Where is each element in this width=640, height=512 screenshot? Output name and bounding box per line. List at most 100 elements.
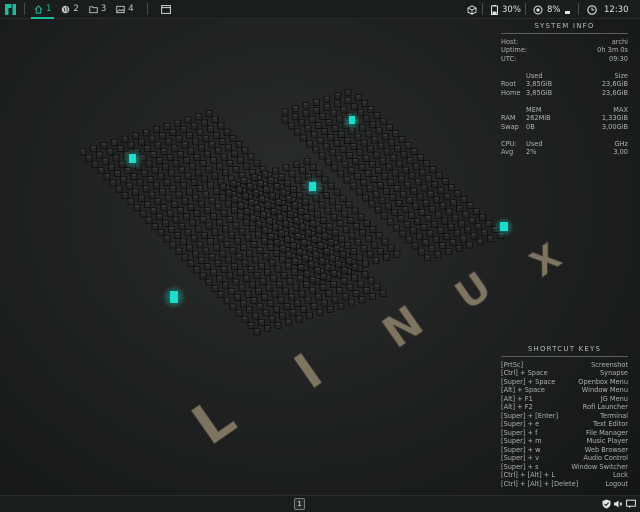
ram-max: 1,33GiB (601, 114, 628, 122)
top-panel: 1 2 3 4 30% 8% 12:30 (0, 0, 640, 19)
workspace-2-label: 2 (73, 4, 79, 14)
clock[interactable]: 12:30 (587, 0, 629, 19)
swap-max: 3,00GiB (601, 122, 628, 131)
cpu-icon (533, 5, 543, 14)
shortcut-row: [Super] + s Window Switcher (501, 463, 628, 472)
shortcut-row: [Super] + e Text Editor (501, 420, 628, 429)
letter-n: N (373, 296, 432, 359)
workspace-2-button[interactable]: 2 (56, 0, 83, 19)
disk-home-name: Home (501, 88, 521, 97)
window-icon (160, 4, 171, 14)
shortcut-row: [Super] + [Enter] Terminal (501, 412, 628, 421)
shortcut-key: [Super] + v (501, 454, 540, 462)
shortcut-key: [Ctrl] + Space (501, 369, 548, 377)
globe-icon (62, 5, 70, 13)
desktop-pager-button[interactable]: 1 (294, 498, 305, 510)
chat-icon (626, 499, 636, 509)
cpu-indicator[interactable]: 8% (533, 0, 570, 19)
utc-label: UTC: (501, 54, 517, 63)
shortcut-action: Window Switcher (571, 462, 628, 471)
manjaro-menu-button[interactable] (0, 0, 20, 19)
volume-muted-icon (614, 500, 623, 508)
shield-check-icon (602, 499, 610, 509)
clock-icon (587, 4, 597, 15)
shortcut-action: Audio Control (583, 454, 628, 462)
shortcut-row: [Alt] + F2 Rofi Launcher (501, 403, 628, 412)
workspace-3-button[interactable]: 3 (84, 0, 111, 19)
shortcut-key: [Ctrl] + [Alt] + [Delete] (501, 479, 579, 488)
uptime-value: 0h 3m 0s (597, 46, 628, 54)
security-tray-icon[interactable] (601, 499, 611, 509)
swap-used: 0B (526, 122, 535, 131)
shortcut-key: [Ctrl] + [Alt] + L (501, 471, 556, 479)
battery-icon (491, 4, 498, 15)
manjaro-logo-icon (4, 3, 16, 15)
shortcut-key: [Super] + e (501, 420, 540, 428)
shortcut-key: [Super] + m (501, 437, 542, 445)
shortcut-action: Text Editor (593, 420, 628, 428)
bottom-panel: 1 (0, 495, 640, 512)
disk-size-header: Size (614, 71, 628, 80)
shortcut-row: [Super] + m Music Player (501, 437, 628, 446)
workspace-1-button[interactable]: 1 (29, 0, 56, 19)
shortcut-key: [Super] + s (501, 462, 539, 471)
notification-tray-icon[interactable] (626, 499, 636, 509)
shortcut-key: [Super] + Space (501, 377, 556, 386)
show-desktop-button[interactable] (158, 0, 174, 19)
shortcut-action: Terminal (600, 411, 628, 420)
battery-percent: 30% (502, 4, 521, 15)
shortcut-row: [Super] + f File Manager (501, 429, 628, 438)
clock-time: 12:30 (604, 4, 629, 15)
cpu-bar-icon (564, 10, 570, 14)
volume-tray-icon[interactable] (613, 499, 623, 509)
cpu-header: CPU: (501, 139, 517, 148)
mem-header: MEM (526, 105, 542, 114)
shortcut-key: [PrtSc] (501, 360, 524, 369)
system-info-widget: SYSTEM INFO Host: archi Uptime: 0h 3m 0s U… (501, 22, 628, 157)
battery-indicator[interactable]: 30% (491, 0, 521, 19)
workspace-4-label: 4 (128, 4, 134, 14)
shortcut-key: [Alt] + F2 (501, 403, 533, 411)
shortcut-action: Window Menu (581, 386, 628, 394)
shortcut-key: [Alt] + F1 (501, 394, 533, 403)
folder-icon (89, 5, 98, 13)
shortcut-action: Openbox Menu (578, 377, 628, 386)
shortcut-row: [Ctrl] + Space Synapse (501, 369, 628, 378)
shortcut-row: [Alt] + Space Window Menu (501, 386, 628, 395)
disk-root-size: 23,6GiB (601, 80, 628, 88)
shortcut-key: [Super] + f (501, 428, 538, 437)
utc-value: 09:30 (608, 54, 628, 63)
package-icon (467, 4, 477, 15)
cpu-used-header: Used (526, 139, 543, 148)
shortcut-action: Screenshot (591, 360, 628, 369)
disk-root-used: 3,85GiB (526, 80, 553, 88)
shortcut-list: [PrtSc] Screenshot [Ctrl] + Space Synapse [S… (501, 361, 628, 489)
shortcut-action: JG Menu (600, 394, 628, 403)
shortcut-row: [Super] + w Web Browser (501, 446, 628, 455)
shortcut-keys-widget: SHORTCUT KEYS [PrtSc] Screenshot [Ctrl] + … (501, 345, 628, 488)
letter-i: I (284, 342, 333, 400)
package-update-indicator[interactable] (467, 0, 477, 19)
swap-name: Swap (501, 122, 519, 131)
shortcut-row: [Alt] + F1 JG Menu (501, 395, 628, 404)
disk-root-name: Root (501, 80, 516, 88)
ram-used: 262MiB (526, 114, 551, 122)
shortcut-action: Music Player (586, 437, 628, 445)
shortcut-row: [Super] + Space Openbox Menu (501, 378, 628, 387)
letter-l: L (181, 385, 248, 459)
shortcut-action: File Manager (585, 428, 628, 437)
shortcut-key: [Super] + [Enter] (501, 411, 559, 420)
cpu-ghz-header: GHz (614, 139, 628, 148)
system-info-title: SYSTEM INFO (501, 22, 628, 34)
disk-home-used: 3,85GiB (526, 88, 553, 97)
host-value: archi (611, 37, 628, 46)
shortcut-action: Lock (612, 471, 628, 479)
mem-max-header: MAX (613, 105, 628, 114)
cpu-avg-used: 2% (526, 148, 537, 156)
manjaro-logo-blocks (79, 89, 505, 336)
workspace-4-button[interactable]: 4 (111, 0, 138, 19)
home-icon (34, 4, 43, 14)
cpu-avg-name: Avg (501, 148, 514, 156)
shortcut-key: [Alt] + Space (501, 386, 545, 394)
letter-x: X (523, 236, 569, 286)
